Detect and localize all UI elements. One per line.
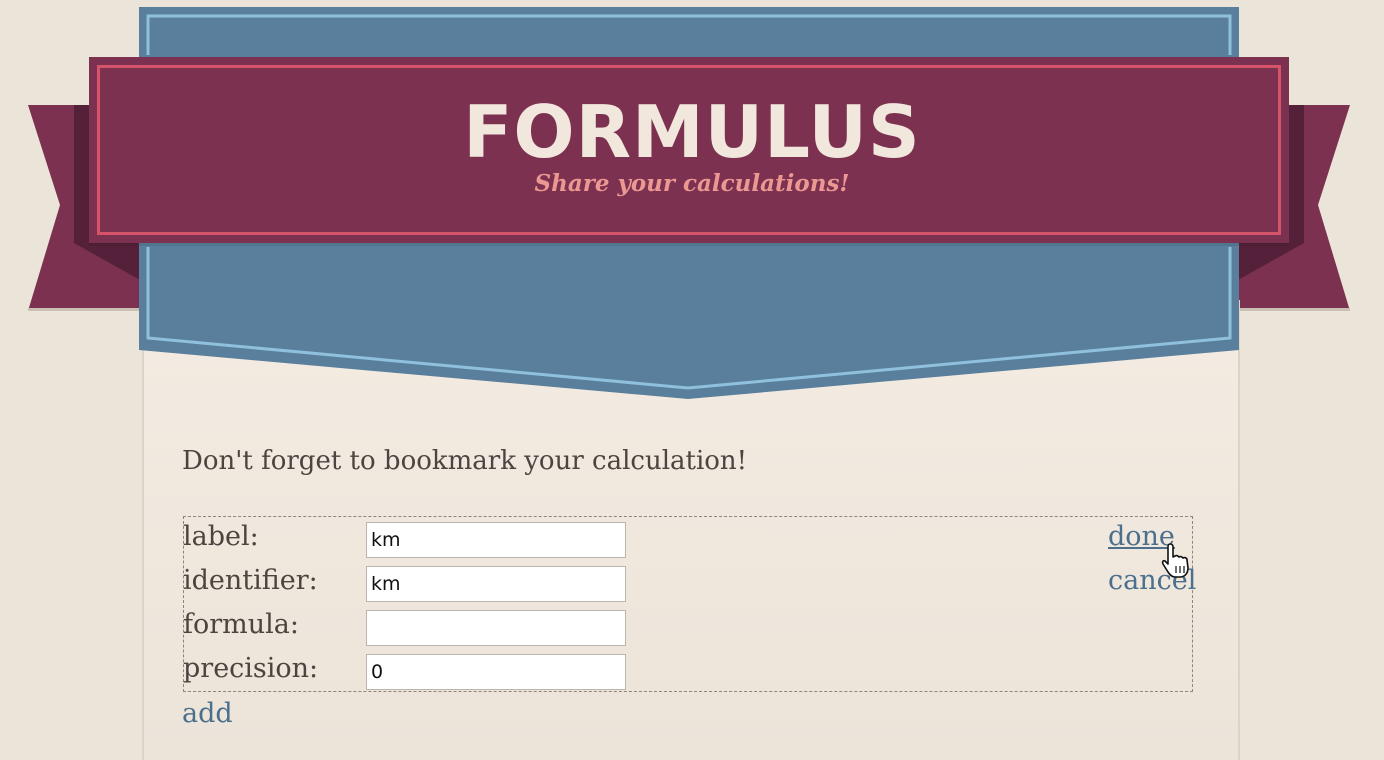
- label-input[interactable]: [366, 522, 626, 558]
- label-field-label: label:: [183, 521, 259, 552]
- identifier-input[interactable]: [366, 566, 626, 602]
- identifier-field-label: identifier:: [183, 565, 318, 596]
- app-title: FORMULUS: [463, 90, 921, 174]
- app-subtitle: Share your calculations!: [534, 170, 850, 197]
- hand-cursor-icon: [1160, 542, 1194, 584]
- formula-field-label: formula:: [183, 609, 299, 640]
- precision-input[interactable]: [366, 654, 626, 690]
- add-link[interactable]: add: [182, 698, 233, 729]
- bookmark-reminder: Don't forget to bookmark your calculatio…: [182, 446, 748, 476]
- edit-form: [183, 516, 1193, 692]
- formula-input[interactable]: [366, 610, 626, 646]
- precision-field-label: precision:: [183, 653, 319, 684]
